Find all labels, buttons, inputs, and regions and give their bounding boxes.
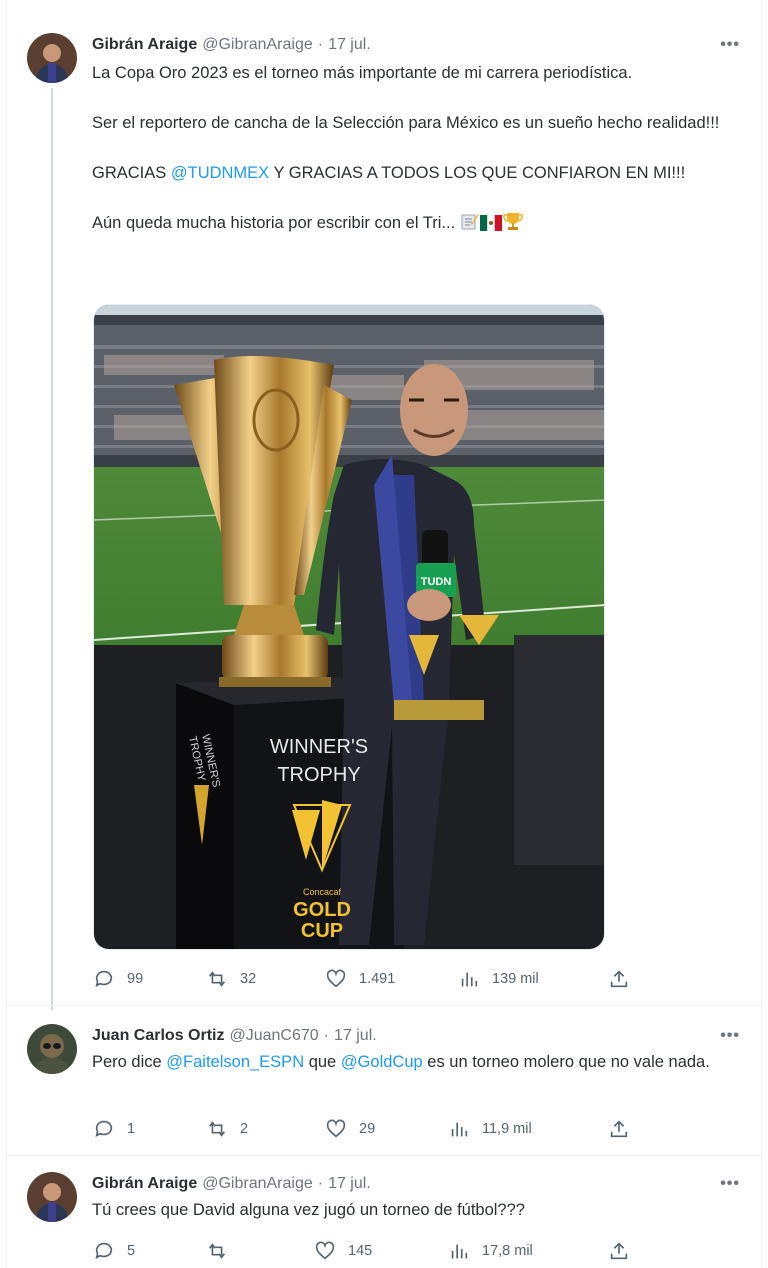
- author-name[interactable]: Juan Carlos Ortiz: [92, 1027, 224, 1045]
- text-span: Aún queda mucha historia por escribir co…: [92, 214, 456, 232]
- retweet-icon: [209, 971, 225, 987]
- thread-line: [51, 88, 53, 1010]
- views-icon: [451, 1244, 468, 1259]
- like-button[interactable]: 29: [325, 1118, 375, 1140]
- tweet-paragraph: Tú crees que David alguna vez jugó un to…: [92, 1201, 525, 1219]
- tweet-actions: 99 32 1.491 139 mil: [0, 968, 768, 992]
- mention-link[interactable]: @Faitelson_ESPN: [166, 1053, 304, 1071]
- author-handle[interactable]: @JuanC670: [229, 1027, 318, 1045]
- reply-button[interactable]: 99: [93, 968, 143, 990]
- retweet-button[interactable]: 32: [206, 968, 256, 990]
- more-options-icon[interactable]: •••: [720, 1027, 740, 1045]
- tweet-paragraph: Pero dice @Faitelson_ESPN que @GoldCup e…: [92, 1050, 722, 1075]
- author-handle[interactable]: @GibranAraige: [202, 1175, 313, 1193]
- share-button[interactable]: [608, 968, 630, 990]
- tweet-actions: 1 2 29 11,9 mil: [0, 1118, 768, 1142]
- tweet-paragraph: Aún queda mucha historia por escribir co…: [92, 211, 722, 239]
- share-icon: [610, 970, 628, 988]
- tweet-paragraph: Ser el reportero de cancha de la Selecci…: [92, 114, 720, 132]
- tweet-date[interactable]: 17 jul.: [334, 1027, 377, 1045]
- brand-cup-text: CUP: [301, 920, 343, 942]
- like-count: 145: [348, 1243, 373, 1259]
- memo-emoji: [460, 211, 480, 239]
- mexico-flag-emoji: [479, 214, 502, 239]
- like-count: 1.491: [359, 971, 396, 987]
- avatar[interactable]: [27, 33, 77, 83]
- text-span: es un torneo molero que no vale nada.: [422, 1053, 710, 1071]
- share-button[interactable]: [608, 1118, 630, 1140]
- views-count: 11,9 mil: [482, 1121, 532, 1137]
- tweet-text: Pero dice @Faitelson_ESPN que @GoldCup e…: [92, 1050, 722, 1075]
- views-count: 139 mil: [492, 971, 539, 987]
- reply-count: 5: [127, 1243, 136, 1259]
- views-button[interactable]: 11,9 mil: [448, 1118, 532, 1140]
- reply-button[interactable]: 5: [93, 1240, 135, 1262]
- divider: [6, 1005, 762, 1006]
- retweet-icon: [209, 1243, 225, 1259]
- retweet-button[interactable]: [206, 1240, 240, 1262]
- trophy-emoji: [502, 211, 524, 239]
- brand-small-text: Concacaf: [303, 887, 342, 897]
- tweet-actions: 5 145 17,8 mil: [0, 1240, 768, 1264]
- views-icon: [451, 1122, 468, 1137]
- text-span: GRACIAS: [92, 164, 171, 182]
- author-name[interactable]: Gibrán Araige: [92, 1175, 197, 1193]
- views-button[interactable]: 139 mil: [458, 968, 539, 990]
- share-icon: [610, 1242, 628, 1260]
- text-span: Y GRACIAS A TODOS LOS QUE CONFIARON EN M…: [269, 164, 686, 182]
- separator-dot: ·: [323, 1027, 329, 1044]
- tweet-header: Gibrán Araige @GibranAraige · 17 jul.: [92, 1175, 371, 1193]
- separator-dot: ·: [317, 36, 324, 53]
- reply-icon: [95, 1242, 113, 1259]
- reply-icon: [95, 1120, 113, 1137]
- brand-gold-text: GOLD: [293, 899, 351, 921]
- tweet-header: Juan Carlos Ortiz @JuanC670 · 17 jul.: [92, 1027, 377, 1045]
- heart-icon: [315, 1241, 335, 1260]
- pedestal-text-line1: WINNER'S: [270, 736, 368, 758]
- more-options-icon[interactable]: •••: [720, 1175, 740, 1193]
- like-button[interactable]: 145: [314, 1240, 372, 1262]
- tweet-paragraph: La Copa Oro 2023 es el torneo más import…: [92, 64, 633, 82]
- author-name[interactable]: Gibrán Araige: [92, 36, 197, 54]
- tweet-reply[interactable]: Juan Carlos Ortiz @JuanC670 · 17 jul. ••…: [0, 1005, 768, 1165]
- share-icon: [610, 1120, 628, 1138]
- retweet-count: 32: [240, 971, 257, 987]
- tweet-paragraph: GRACIAS @TUDNMEX Y GRACIAS A TODOS LOS Q…: [92, 161, 712, 186]
- text-span: que: [304, 1053, 341, 1071]
- tweet-text: La Copa Oro 2023 es el torneo más import…: [92, 61, 722, 239]
- retweet-button[interactable]: 2: [206, 1118, 248, 1140]
- heart-icon: [326, 969, 346, 988]
- tweet-reply[interactable]: Gibrán Araige @GibranAraige · 17 jul. ••…: [0, 1155, 768, 1268]
- tweet-date[interactable]: 17 jul.: [328, 36, 371, 54]
- author-handle[interactable]: @GibranAraige: [202, 36, 313, 54]
- more-options-icon[interactable]: •••: [720, 36, 740, 54]
- retweet-icon: [209, 1121, 225, 1137]
- divider: [6, 1155, 762, 1156]
- tweet-date[interactable]: 17 jul.: [328, 1175, 371, 1193]
- tweet-header: Gibrán Araige @GibranAraige · 17 jul.: [92, 36, 371, 54]
- heart-icon: [326, 1119, 346, 1138]
- reply-count: 1: [127, 1121, 136, 1137]
- views-count: 17,8 mil: [482, 1243, 533, 1259]
- separator-dot: ·: [317, 1175, 324, 1192]
- text-span: Pero dice: [92, 1053, 167, 1071]
- tweet-main[interactable]: Gibrán Araige @GibranAraige · 17 jul. ••…: [0, 0, 768, 1010]
- pedestal-text-line2: TROPHY: [277, 764, 360, 786]
- tweet-photo[interactable]: TUDN WINNER'S TROPHY Concacaf GOLD CUP W…: [93, 304, 605, 950]
- like-count: 29: [359, 1121, 376, 1137]
- views-icon: [461, 972, 478, 987]
- share-button[interactable]: [608, 1240, 630, 1262]
- like-button[interactable]: 1.491: [325, 968, 395, 990]
- retweet-count: 2: [240, 1121, 249, 1137]
- mention-link[interactable]: @GoldCup: [341, 1053, 423, 1071]
- reply-icon: [95, 970, 113, 987]
- avatar[interactable]: [27, 1024, 77, 1074]
- mention-link[interactable]: @TUDNMEX: [171, 164, 269, 182]
- avatar[interactable]: [27, 1172, 77, 1222]
- mic-flag-label: TUDN: [421, 576, 452, 588]
- reply-count: 99: [127, 971, 144, 987]
- views-button[interactable]: 17,8 mil: [448, 1240, 533, 1262]
- tweet-text: Tú crees que David alguna vez jugó un to…: [92, 1198, 722, 1223]
- reply-button[interactable]: 1: [93, 1118, 135, 1140]
